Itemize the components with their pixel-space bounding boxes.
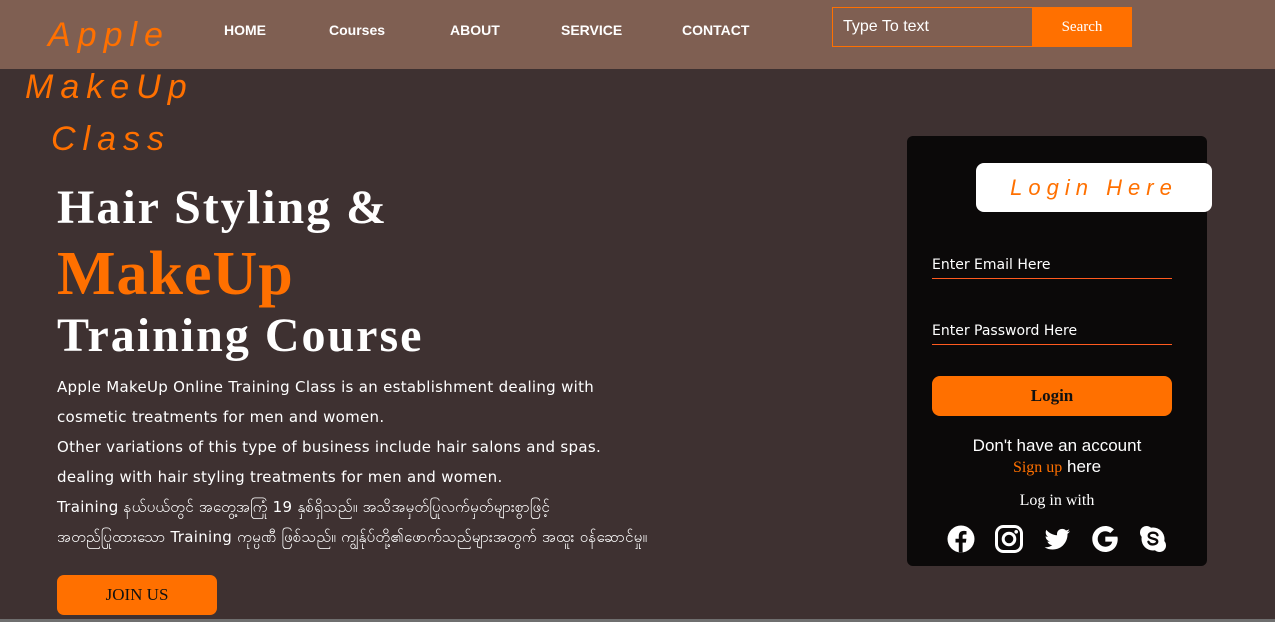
nav-contact[interactable]: CONTACT — [682, 22, 749, 38]
password-field[interactable] — [932, 317, 1172, 345]
search-button[interactable]: Search — [1032, 7, 1132, 47]
hero-title-line-1: Hair Styling & — [57, 181, 389, 234]
hero-description: Apple MakeUp Online Training Class is an… — [57, 372, 817, 552]
email-field[interactable] — [932, 251, 1172, 279]
search-input[interactable] — [832, 7, 1033, 47]
description-line: Other variations of this type of busines… — [57, 438, 602, 456]
description-line: Apple MakeUp Online Training Class is an… — [57, 378, 595, 396]
no-account-text: Don't have an account — [972, 436, 1142, 455]
logo-line-2: MakeUp — [25, 68, 194, 106]
hero-heading: Hair Styling & MakeUp Training Course — [57, 180, 837, 362]
logo-line-3: Class — [51, 120, 172, 158]
description-line: cosmetic treatments for men and women. — [57, 408, 385, 426]
twitter-icon[interactable] — [1042, 524, 1072, 554]
join-us-button[interactable]: JOIN US — [57, 575, 217, 615]
google-icon[interactable] — [1090, 524, 1120, 554]
description-line: Training နယ်ပယ်တွင် အတွေ့အကြုံ 19 နှစ်ရှ… — [57, 498, 550, 516]
login-with-text: Log in with — [1019, 492, 1095, 509]
nav-about[interactable]: ABOUT — [450, 22, 500, 38]
nav-home[interactable]: HOME — [224, 22, 266, 38]
instagram-icon[interactable] — [994, 524, 1024, 554]
signup-line: Sign up here — [932, 457, 1182, 477]
facebook-icon[interactable] — [946, 524, 976, 554]
description-line: အတည်ပြုထားသော Training ကုမ္ပဏီ ဖြစ်သည်။ … — [57, 528, 648, 546]
hero-title-line-2: MakeUp — [57, 240, 294, 308]
logo-line-1: Apple — [48, 16, 170, 54]
hero-title-line-3: Training Course — [57, 309, 424, 362]
description-line: dealing with hair styling treatments for… — [57, 468, 503, 486]
login-button[interactable]: Login — [932, 376, 1172, 416]
signup-link[interactable]: Sign up — [1013, 459, 1062, 476]
skype-icon[interactable] — [1138, 524, 1168, 554]
nav-service[interactable]: SERVICE — [561, 22, 622, 38]
login-title: Login Here — [976, 163, 1212, 212]
signup-suffix: here — [1062, 457, 1102, 476]
nav-courses[interactable]: Courses — [329, 22, 385, 38]
